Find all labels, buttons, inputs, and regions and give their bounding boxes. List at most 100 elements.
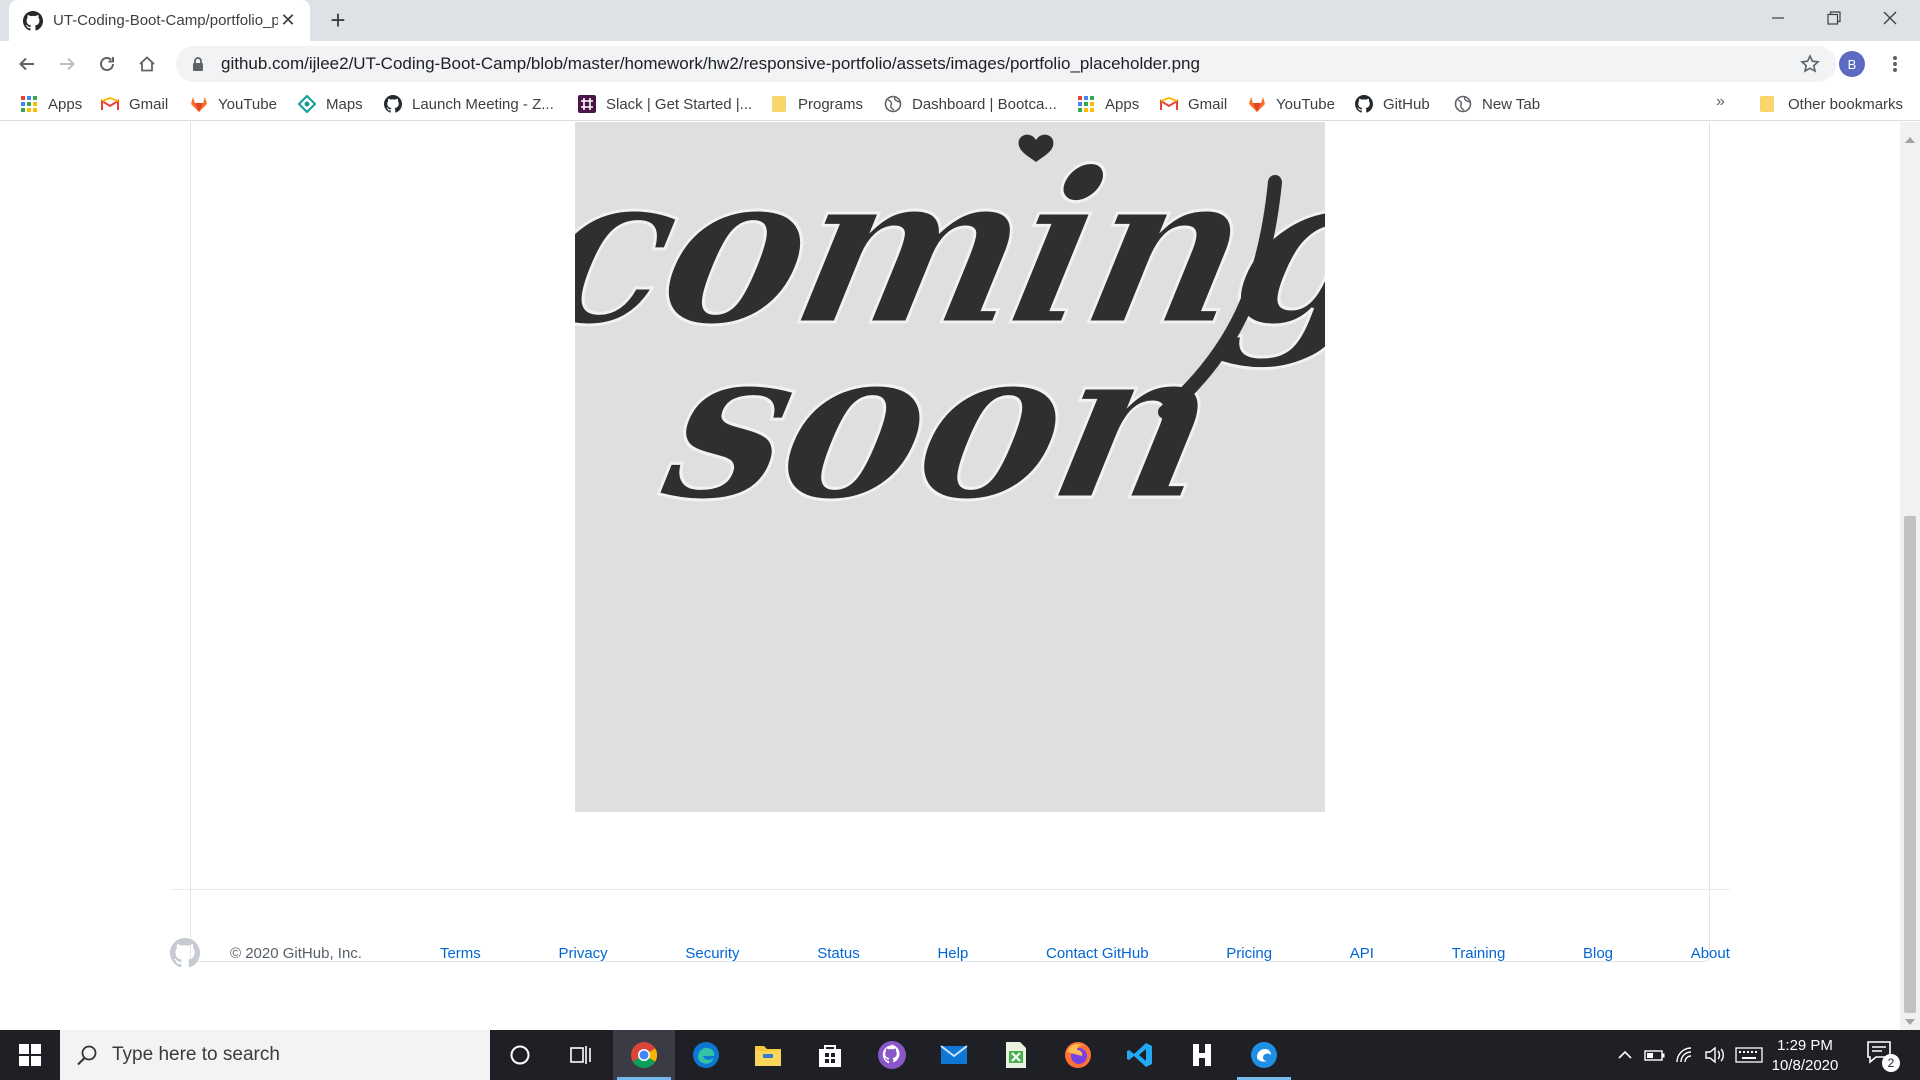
bookmark-apps-2[interactable]: Apps: [1077, 93, 1139, 115]
footer-links: Terms Privacy Security Status Help Conta…: [440, 945, 1730, 962]
show-hidden-icons-button[interactable]: [1612, 1030, 1638, 1080]
bookmark-gmail-2[interactable]: Gmail: [1160, 93, 1227, 115]
bookmarks-overflow-button[interactable]: »: [1716, 93, 1725, 111]
footer-link-blog[interactable]: Blog: [1583, 945, 1613, 962]
tab-strip: UT-Coding-Boot-Camp/portfolio_placeholde…: [0, 0, 1920, 41]
chrome-icon: [631, 1042, 658, 1069]
keyboard-icon: [1735, 1047, 1763, 1063]
image-text-soon: soon: [646, 301, 1234, 547]
globe-icon: [884, 95, 902, 113]
mail-taskbar-button[interactable]: [923, 1030, 985, 1080]
footer-link-pricing[interactable]: Pricing: [1226, 945, 1272, 962]
bookmark-apps[interactable]: Apps: [20, 93, 82, 115]
other-bookmarks-folder[interactable]: Other bookmarks: [1758, 93, 1903, 115]
back-button[interactable]: [12, 49, 42, 79]
footer-link-api[interactable]: API: [1350, 945, 1374, 962]
firefox-taskbar-button[interactable]: [1047, 1030, 1109, 1080]
lock-icon[interactable]: [190, 56, 206, 72]
page-scrollbar[interactable]: [1900, 122, 1920, 1030]
bookmark-programs[interactable]: Programs: [770, 93, 863, 115]
bookmark-new-tab[interactable]: New Tab: [1454, 93, 1540, 115]
windows-logo-icon: [19, 1044, 41, 1066]
spreadsheet-icon: [1006, 1042, 1026, 1068]
spreadsheet-taskbar-button[interactable]: [985, 1030, 1047, 1080]
vscode-icon: [1127, 1043, 1152, 1067]
taskbar-search-box[interactable]: Type here to search: [60, 1030, 490, 1080]
bookmark-gmail[interactable]: Gmail: [101, 93, 168, 115]
apps-grid-icon: [1077, 95, 1095, 113]
bookmarks-bar: Apps Gmail YouTube Maps Launch Meeting -…: [0, 87, 1920, 121]
bookmark-star-icon[interactable]: [1798, 52, 1822, 76]
footer-link-contact-github[interactable]: Contact GitHub: [1046, 945, 1149, 962]
search-icon: [77, 1045, 97, 1066]
battery-icon: [1644, 1050, 1665, 1061]
footer-link-about[interactable]: About: [1691, 945, 1730, 962]
profile-avatar[interactable]: B: [1839, 51, 1865, 77]
github-desktop-taskbar-button[interactable]: [861, 1030, 923, 1080]
address-bar[interactable]: github.com/ijlee2/UT-Coding-Boot-Camp/bl…: [176, 46, 1836, 82]
folder-icon: [1758, 95, 1776, 113]
restore-window-button[interactable]: [1806, 0, 1862, 36]
chrome-taskbar-button[interactable]: [613, 1030, 675, 1080]
cortana-button[interactable]: [489, 1030, 551, 1080]
github-logo-icon[interactable]: [170, 938, 200, 968]
h-app-taskbar-button[interactable]: [1171, 1030, 1233, 1080]
gmail-icon: [1160, 95, 1178, 113]
footer-link-terms[interactable]: Terms: [440, 945, 481, 962]
tab-close-icon[interactable]: ✕: [278, 10, 298, 31]
bookmark-slack[interactable]: Slack | Get Started |...: [578, 93, 752, 115]
bookmark-maps[interactable]: Maps: [298, 93, 363, 115]
battery-tray-icon[interactable]: [1642, 1030, 1668, 1080]
footer-divider: [170, 889, 1730, 890]
arrow-left-icon: [19, 57, 34, 71]
home-button[interactable]: [132, 49, 162, 79]
address-url[interactable]: github.com/ijlee2/UT-Coding-Boot-Camp/bl…: [221, 54, 1798, 74]
footer-link-status[interactable]: Status: [817, 945, 860, 962]
footer-link-security[interactable]: Security: [685, 945, 739, 962]
browser-tab-active[interactable]: UT-Coding-Boot-Camp/portfolio_placeholde…: [9, 0, 310, 41]
volume-tray-icon[interactable]: [1702, 1030, 1728, 1080]
vscode-taskbar-button[interactable]: [1109, 1030, 1171, 1080]
network-tray-icon[interactable]: [1672, 1030, 1698, 1080]
github-footer: © 2020 GitHub, Inc. Terms Privacy Securi…: [170, 938, 1730, 968]
file-explorer-taskbar-button[interactable]: [737, 1030, 799, 1080]
tab-title: UT-Coding-Boot-Camp/portfolio_placeholde…: [53, 12, 278, 29]
scroll-down-arrow-icon[interactable]: [1905, 1019, 1915, 1025]
close-window-button[interactable]: [1862, 0, 1918, 36]
wifi-icon: [1676, 1047, 1692, 1063]
chrome-menu-button[interactable]: [1880, 49, 1910, 79]
globe-icon: [1454, 95, 1472, 113]
bookmark-youtube[interactable]: YouTube: [190, 93, 277, 115]
footer-link-training[interactable]: Training: [1452, 945, 1506, 962]
forward-button[interactable]: [52, 49, 82, 79]
mail-envelope-icon: [940, 1045, 968, 1064]
footer-link-privacy[interactable]: Privacy: [558, 945, 607, 962]
scroll-up-arrow-icon[interactable]: [1905, 137, 1915, 143]
slack-icon: [578, 95, 596, 113]
bookmark-dashboard[interactable]: Dashboard | Bootca...: [884, 93, 1057, 115]
bookmark-youtube-2[interactable]: YouTube: [1248, 93, 1335, 115]
bookmark-github[interactable]: GitHub: [1355, 93, 1430, 115]
minimize-icon: [1772, 17, 1784, 19]
action-center-button[interactable]: 2: [1866, 1040, 1900, 1072]
footer-link-help[interactable]: Help: [937, 945, 968, 962]
clock-date: 10/8/2020: [1771, 1057, 1839, 1074]
search-placeholder: Type here to search: [112, 1044, 280, 1065]
github-icon: [1355, 95, 1373, 113]
new-tab-button[interactable]: +: [325, 7, 351, 34]
edge-taskbar-button[interactable]: [675, 1030, 737, 1080]
taskbar-clock[interactable]: 1:29 PM 10/8/2020: [1760, 1036, 1850, 1076]
scrollbar-thumb[interactable]: [1904, 516, 1916, 1013]
clock-time: 1:29 PM: [1777, 1037, 1833, 1054]
home-icon: [139, 56, 155, 72]
footer-copyright: © 2020 GitHub, Inc.: [230, 944, 362, 962]
bookmark-launch-meeting[interactable]: Launch Meeting - Z...: [384, 93, 554, 115]
store-taskbar-button[interactable]: [799, 1030, 861, 1080]
h-letter-icon: [1193, 1044, 1211, 1066]
gitlab-fox-icon: [190, 95, 208, 113]
reload-button[interactable]: [92, 49, 122, 79]
start-button[interactable]: [0, 1030, 60, 1080]
task-view-button[interactable]: [551, 1030, 613, 1080]
blue-app-taskbar-button[interactable]: [1233, 1030, 1295, 1080]
minimize-window-button[interactable]: [1750, 0, 1806, 36]
